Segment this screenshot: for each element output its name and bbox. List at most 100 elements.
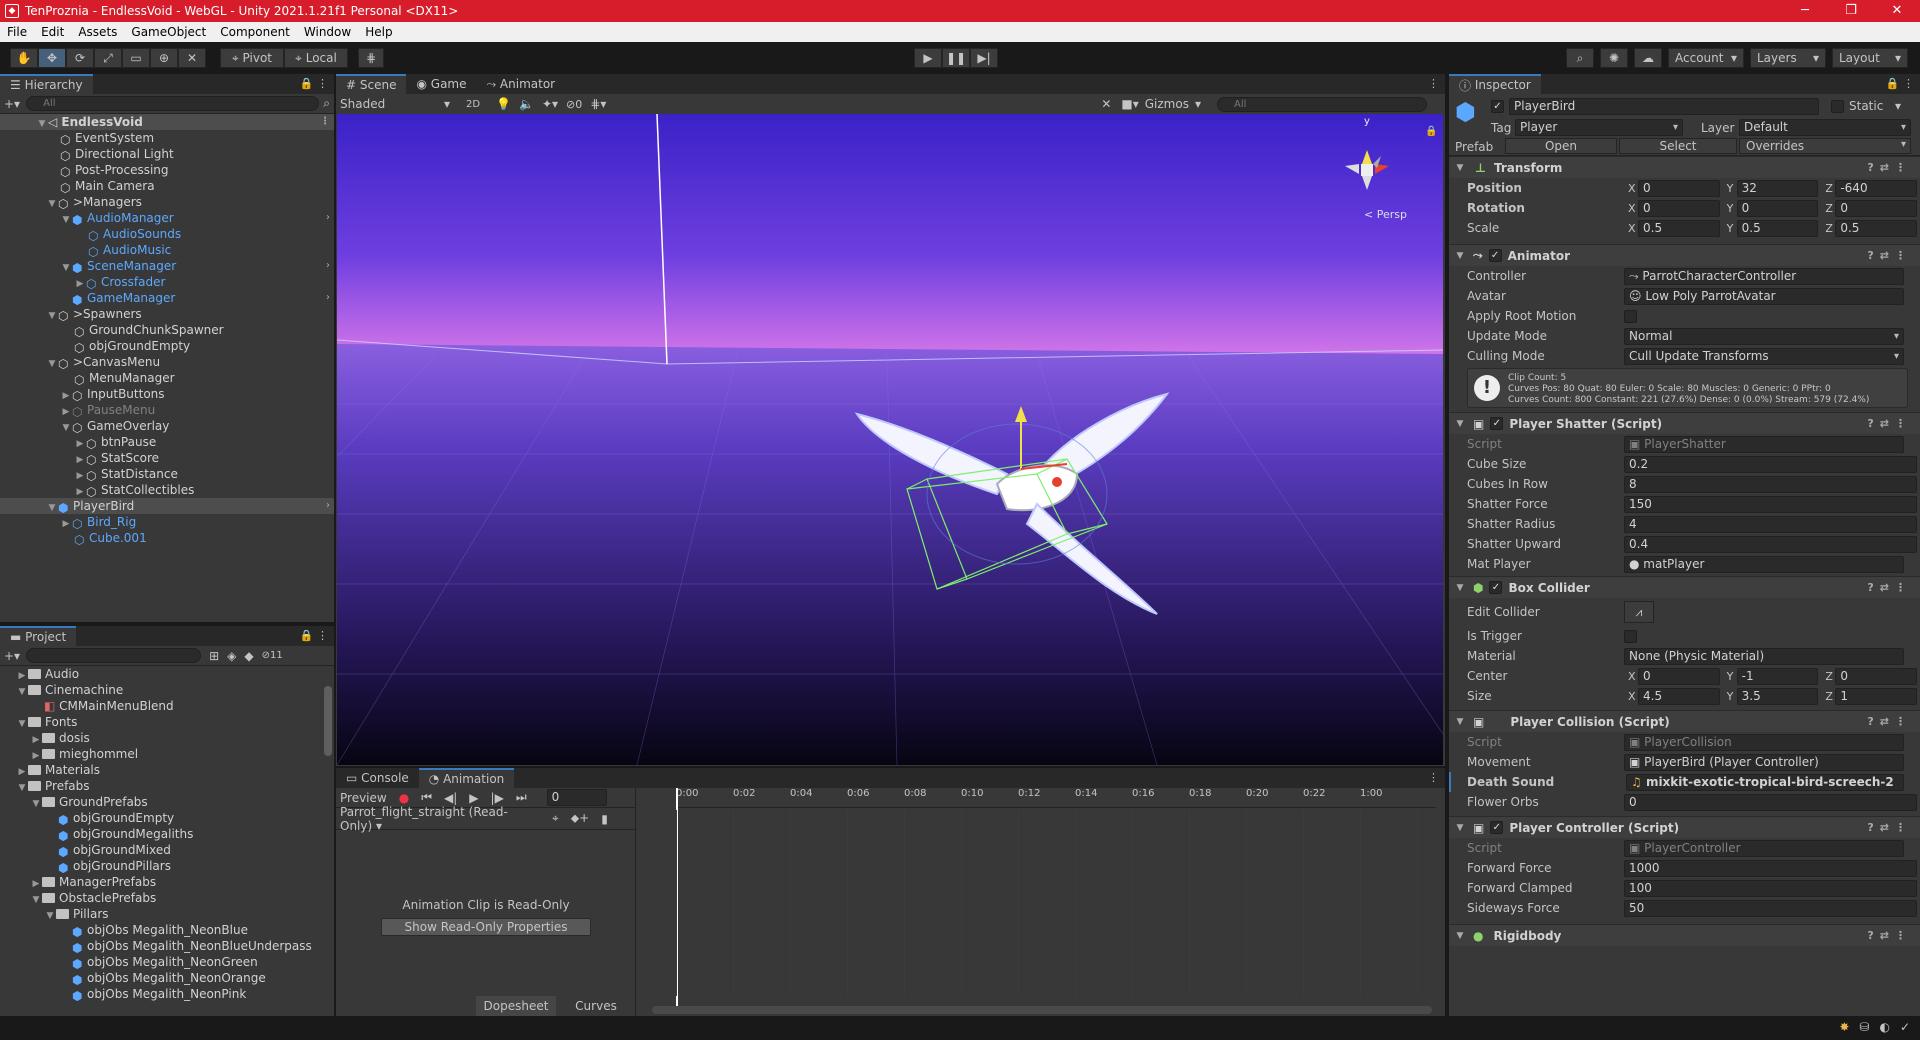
preview-toggle[interactable]: Preview [340,791,387,805]
panel-menu-icon[interactable]: ⋮ [1428,77,1439,90]
list-item[interactable]: ⬡ AudioMusic [0,242,334,259]
apply-root-checkbox[interactable] [1624,309,1637,323]
debug-mode-icon[interactable]: ✓ [1900,1020,1910,1034]
scene-viewport[interactable]: y < Persp 🔒 [337,114,1443,765]
list-item[interactable]: ⬢ objGroundEmpty [0,810,334,827]
material-field[interactable]: None (Physic Material)◎ [1624,647,1904,665]
tab-inspector[interactable]: ⓘ Inspector [1449,74,1541,94]
list-item[interactable]: ⬢ objObs Megalith_NeonBlueUnderpass [0,938,334,955]
tab-hierarchy[interactable]: ☰ Hierarchy [0,74,93,94]
next-key-icon[interactable]: |▶ [491,791,504,805]
panel-menu-icon[interactable]: 🔒 ⋮ [300,77,328,90]
panel-menu-icon[interactable]: 🔒 ⋮ [300,629,328,642]
list-item[interactable]: ⬡ GroundChunkSpawner [0,322,334,339]
layer-dropdown[interactable]: Default [1739,119,1911,136]
2d-toggle[interactable]: 2D [466,99,480,110]
tab-animation[interactable]: ◔ Animation [418,768,515,788]
hidden-packages-count[interactable]: ⊘11 [262,650,283,661]
account-dropdown[interactable]: Account ▾ [1668,48,1744,68]
scene-search-input[interactable]: All [1217,96,1427,112]
menu-gameobject[interactable]: GameObject [124,25,213,39]
player-shatter-enabled-checkbox[interactable]: ✓ [1490,417,1504,430]
list-item[interactable]: ⬡ MenuManager [0,370,334,387]
shatter-force-input[interactable]: 150 [1624,495,1917,513]
list-item[interactable]: ▶ Audio [0,666,334,682]
perspective-label[interactable]: < Persp [1364,208,1407,221]
list-item[interactable]: ⬢ GameManager › [0,290,334,307]
death-sound-field[interactable]: ♫ mixkit-exotic-tropical-bird-screech-2◎ [1626,773,1904,791]
rotation-z-field[interactable]: 0 [1835,199,1918,217]
collab-icon[interactable]: ✺ [1600,48,1628,68]
size-y-field[interactable]: 3.5 [1736,687,1819,705]
panel-menu-icon[interactable]: 🔒 ⋮ [1886,77,1914,90]
list-item[interactable]: ▼ ⬡ GameOverlay [0,418,334,435]
record-icon[interactable]: ● [399,791,409,805]
first-key-icon[interactable]: ⏮ [421,790,432,805]
center-x-field[interactable]: 0 [1638,667,1720,685]
box-collider-header[interactable]: ▼ ⬢ ✓ Box Collider ?⇄⋮ [1449,576,1920,598]
active-checkbox[interactable]: ✓ [1491,100,1504,113]
scene-menu-icon[interactable]: ⋮ [320,114,330,130]
play-button[interactable]: ▶ [914,48,942,68]
list-item[interactable]: ▼ ⬡ >Managers [0,194,334,211]
auto-generate-lighting-icon[interactable]: ◐ [1879,1020,1889,1034]
list-item[interactable]: ▼ Prefabs [0,778,334,794]
mat-player-field[interactable]: ● matPlayer◎ [1624,555,1904,573]
player-controller-header[interactable]: ▼ ▣ ✓ Player Controller (Script) ?⇄⋮ [1449,816,1920,838]
component-menu-icons[interactable]: ?⇄⋮ [1867,249,1912,262]
step-button[interactable]: ▶| [970,48,998,68]
rotate-tool-icon[interactable]: ⟳ [66,48,94,68]
list-item[interactable]: ▼ ⬢ PlayerBird › [0,498,334,515]
tab-console[interactable]: ▭ Console [336,768,419,788]
layout-dropdown[interactable]: Layout ▾ [1832,48,1908,68]
local-toggle[interactable]: ⌖ Local [284,48,348,68]
controller-field[interactable]: ⤳ ParrotCharacterController◎ [1624,267,1904,285]
list-item[interactable]: ▶ ⬡ btnPause [0,434,334,451]
list-item[interactable]: ⬢ objObs Megalith_NeonOrange [0,970,334,987]
draw-mode-dropdown[interactable]: Shaded ▾ [336,97,454,111]
play-icon[interactable]: ▶ [469,791,478,805]
cubes-in-row-input[interactable]: 8 [1624,475,1917,493]
center-z-field[interactable]: 0 [1835,667,1918,685]
cube-size-input[interactable]: 0.2 [1624,455,1917,473]
culling-mode-dropdown[interactable]: Cull Update Transforms [1624,347,1904,365]
tab-project[interactable]: ▬ Project [0,626,77,646]
favorite-icon[interactable]: ◆ [244,649,253,663]
close-button[interactable]: ✕ [1874,0,1920,22]
scale-z-field[interactable]: 0.5 [1835,219,1918,237]
player-controller-enabled-checkbox[interactable]: ✓ [1490,821,1504,834]
forward-force-input[interactable]: 1000 [1624,859,1917,877]
last-key-icon[interactable]: ⏭ [516,790,527,805]
list-item[interactable]: ⬢ objObs Megalith_NeonPink [0,986,334,1003]
list-item[interactable]: ▼ Cinemachine [0,682,334,698]
camera-settings-icon[interactable]: ■▾ [1121,97,1138,111]
flower-orbs-input[interactable]: 0 [1624,793,1917,811]
list-item[interactable]: ▶ ⬡ StatCollectibles [0,482,334,499]
pause-button[interactable]: ❚❚ [942,48,970,68]
cloud-icon[interactable]: ☁ [1634,48,1662,68]
timeline[interactable]: 0:00 0:02 0:04 0:06 0:08 0:10 0:12 0:14 … [676,788,1436,1016]
menu-assets[interactable]: Assets [71,25,124,39]
movement-field[interactable]: ▣ PlayerBird (Player Controller)◎ [1624,753,1904,771]
list-item[interactable]: ⬡ Main Camera [0,178,334,195]
list-item[interactable]: ▶ ⬡ StatScore [0,450,334,467]
list-item[interactable]: ⬡ Directional Light [0,146,334,163]
position-z-field[interactable]: -640 [1835,179,1918,197]
add-object-button[interactable]: +▾ [4,97,20,111]
list-item[interactable]: ⬡ objGroundEmpty [0,338,334,355]
list-item[interactable]: ▼ Fonts [0,714,334,730]
frame-input[interactable]: 0 [546,789,607,806]
component-menu-icons[interactable]: ?⇄⋮ [1867,715,1912,728]
prefab-open-button[interactable]: Open [1505,138,1617,154]
list-item[interactable]: ▼ ⬢ SceneManager › [0,258,334,275]
chevron-right-icon[interactable]: › [326,498,330,514]
component-menu-icons[interactable]: ?⇄⋮ [1867,929,1912,942]
search-icon[interactable]: ⌕ [1566,48,1594,68]
hierarchy-search-input[interactable]: All [26,96,320,111]
light-toggle-icon[interactable]: 💡 [496,97,511,111]
cache-server-icon[interactable]: ⛁ [1859,1020,1869,1034]
scale-tool-icon[interactable]: ⤢ [94,48,122,68]
rect-tool-icon[interactable]: ▭ [122,48,150,68]
edit-collider-icon[interactable]: ⩘ [1624,601,1654,623]
dopesheet-tab[interactable]: Dopesheet [476,996,556,1016]
